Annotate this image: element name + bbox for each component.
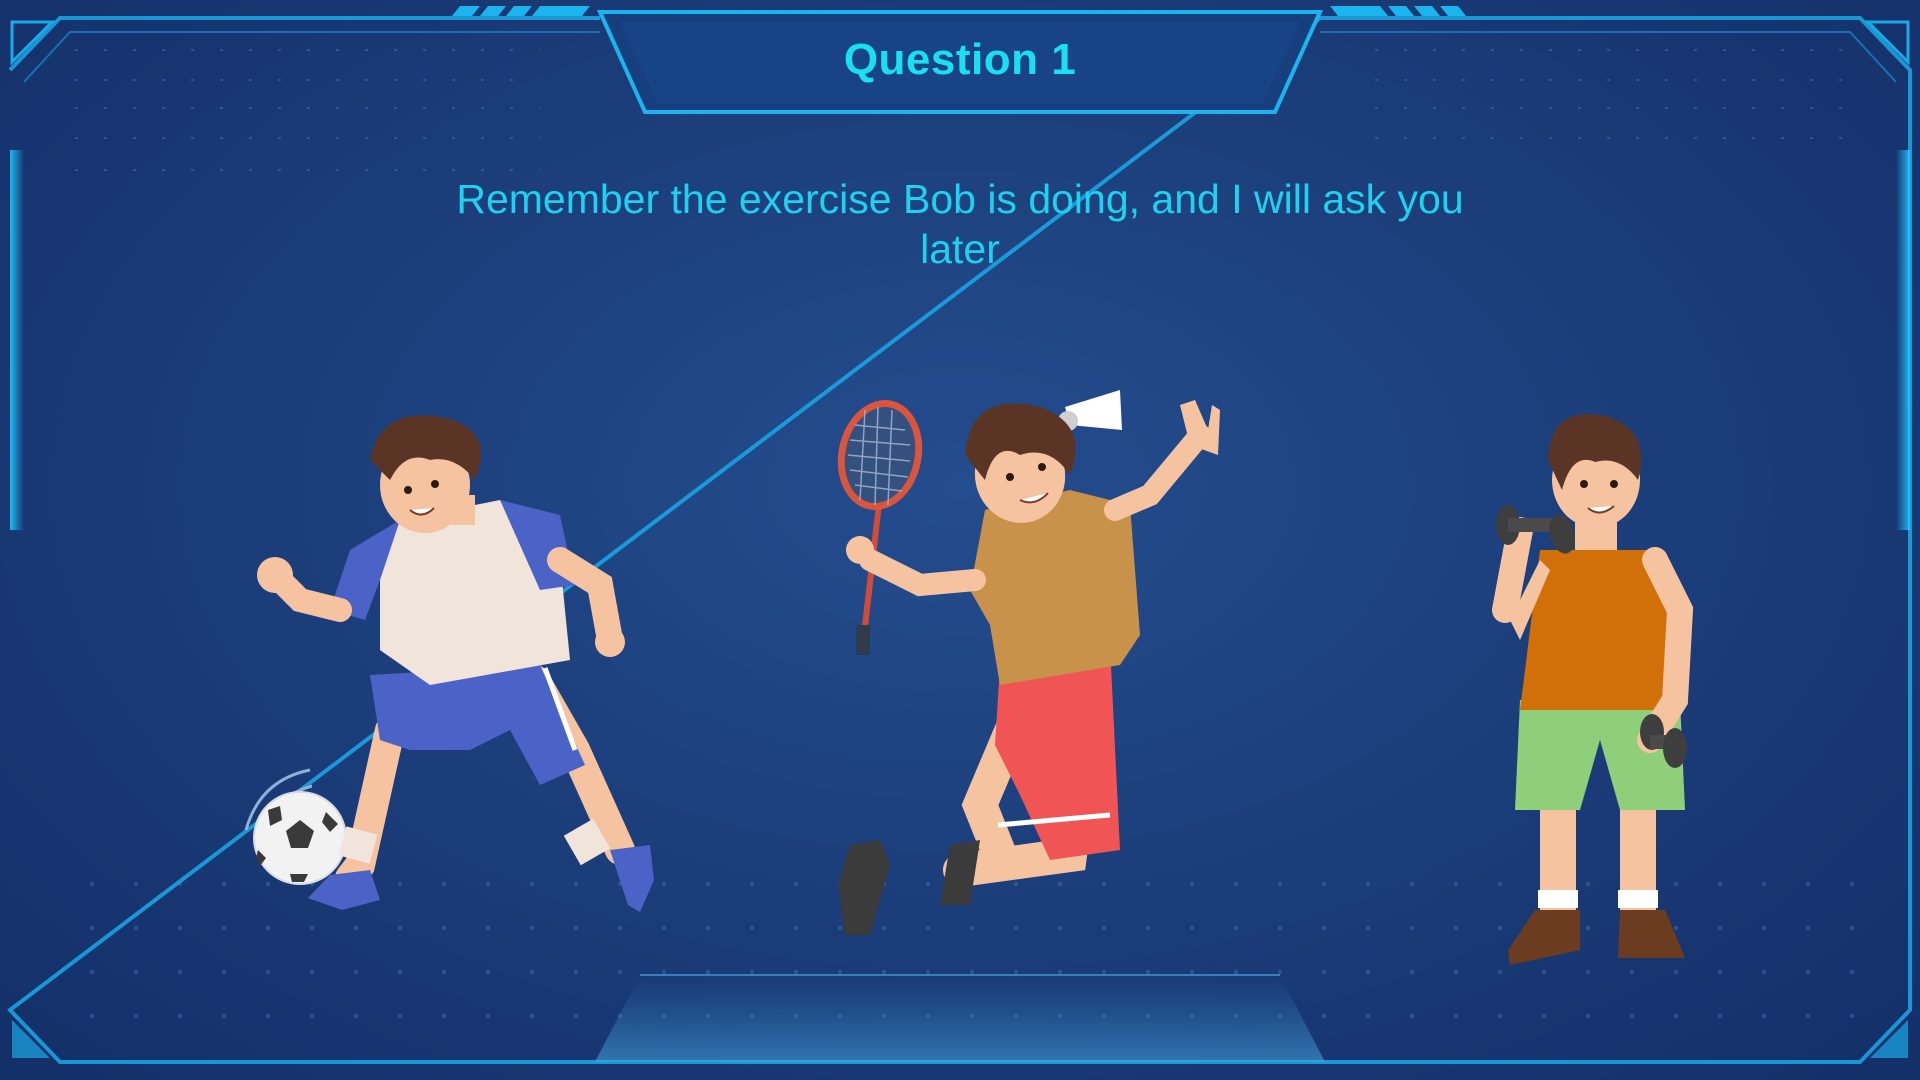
weightlifting-figure[interactable] [1480,410,1720,970]
question-title: Question 1 [843,35,1077,84]
question-prompt: Remember the exercise Bob is doing, and … [456,176,1464,272]
question-screen: Question 1 Remember the exercise Bob is … [0,0,1920,1080]
soccer-player-figure[interactable] [230,410,660,940]
shuttlecock-icon [1058,390,1122,431]
badminton-player-figure[interactable] [820,385,1240,955]
soccer-ball-icon [244,768,347,885]
badminton-racket-icon [837,400,923,655]
